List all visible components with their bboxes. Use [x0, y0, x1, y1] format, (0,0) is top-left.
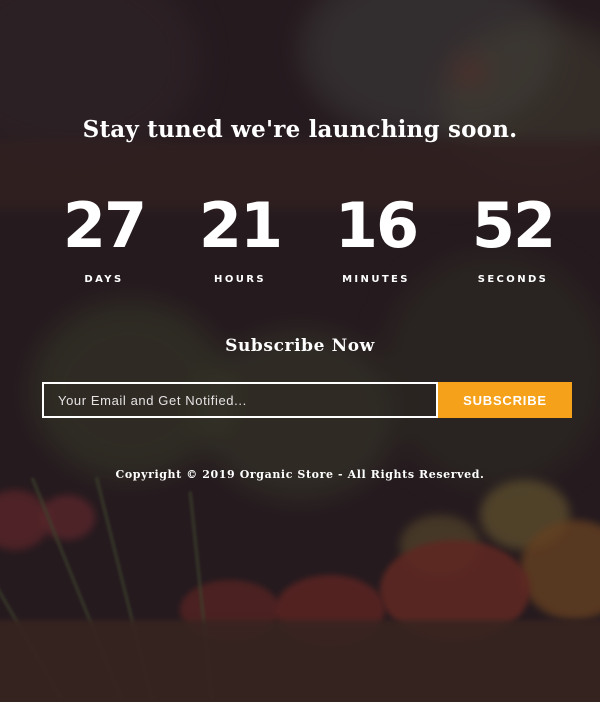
days-value: 27: [62, 189, 147, 262]
countdown-timer: 27 DAYS 21 HOURS 16 MINUTES 52 SECONDS: [0, 188, 600, 298]
page-headline: Stay tuned we're launching soon.: [82, 116, 518, 143]
minutes-value: 16: [334, 189, 419, 262]
subscribe-form: SUBSCRIBE: [42, 382, 572, 418]
seconds-value: 52: [471, 189, 556, 262]
subscribe-heading: Subscribe Now: [225, 336, 375, 356]
hours-value: 21: [198, 189, 283, 262]
hours-label: HOURS: [214, 274, 266, 285]
seconds-label: SECONDS: [477, 274, 549, 285]
countdown-hours: 21 HOURS: [170, 188, 310, 285]
countdown-minutes: 16 MINUTES: [306, 188, 446, 285]
minutes-label: MINUTES: [342, 274, 410, 285]
coming-soon-panel: Stay tuned we're launching soon. 27 DAYS…: [0, 0, 600, 702]
copyright-text: Copyright © 2019 Organic Store - All Rig…: [115, 468, 485, 481]
email-input[interactable]: [42, 382, 438, 418]
countdown-seconds: 52 SECONDS: [443, 188, 583, 285]
subscribe-button[interactable]: SUBSCRIBE: [438, 382, 572, 418]
countdown-days: 27 DAYS: [34, 188, 174, 285]
days-label: DAYS: [84, 274, 124, 285]
